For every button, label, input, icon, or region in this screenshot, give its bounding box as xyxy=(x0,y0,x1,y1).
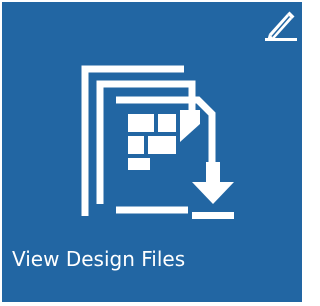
edit-tile-button[interactable] xyxy=(264,7,298,43)
design-files-download-icon xyxy=(81,65,234,219)
view-design-files-tile[interactable]: View Design Files xyxy=(2,2,302,302)
pencil-icon xyxy=(265,11,297,41)
tile-label: View Design Files xyxy=(12,247,186,271)
